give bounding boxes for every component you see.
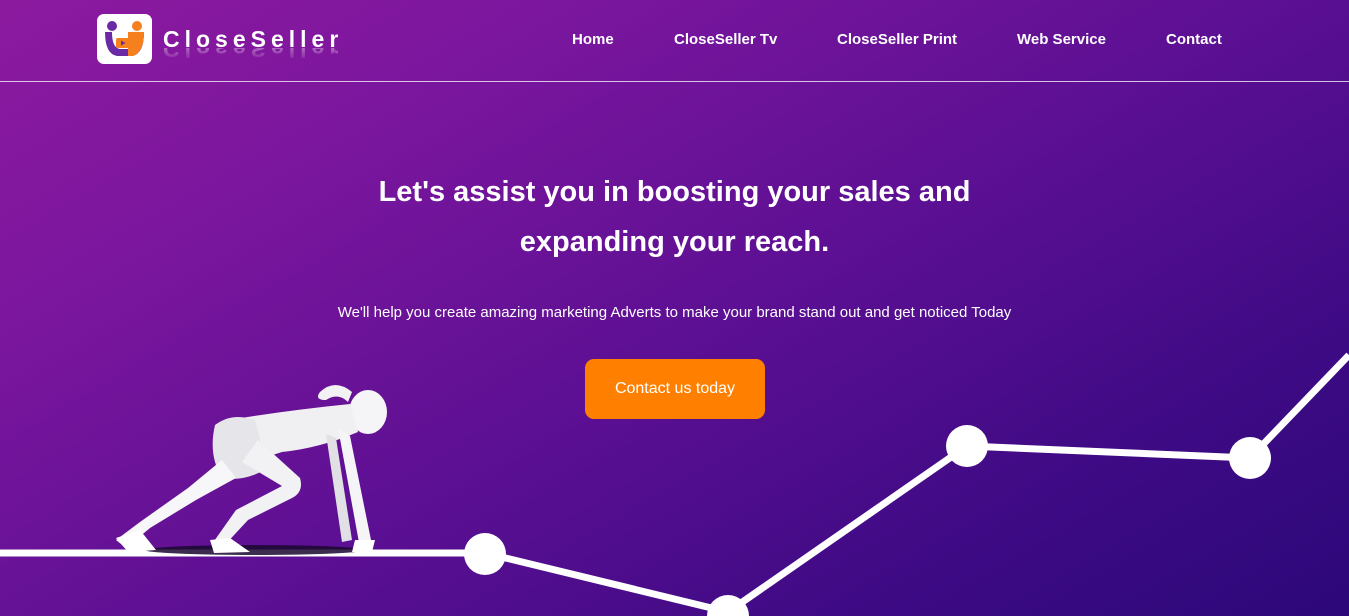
runner-icon bbox=[116, 385, 387, 555]
hero-subtitle: We'll help you create amazing marketing … bbox=[337, 304, 1012, 321]
chart-node bbox=[1229, 437, 1271, 479]
hero-title-line-2: expanding your reach. bbox=[519, 226, 830, 258]
hero-title-line-1: Let's assist you in boosting your sales … bbox=[378, 176, 971, 208]
hero-title: Let's assist you in boosting your sales … bbox=[0, 167, 1349, 267]
contact-us-button[interactable]: Contact us today bbox=[585, 359, 765, 419]
chart-node bbox=[464, 533, 506, 575]
chart-node bbox=[946, 425, 988, 467]
